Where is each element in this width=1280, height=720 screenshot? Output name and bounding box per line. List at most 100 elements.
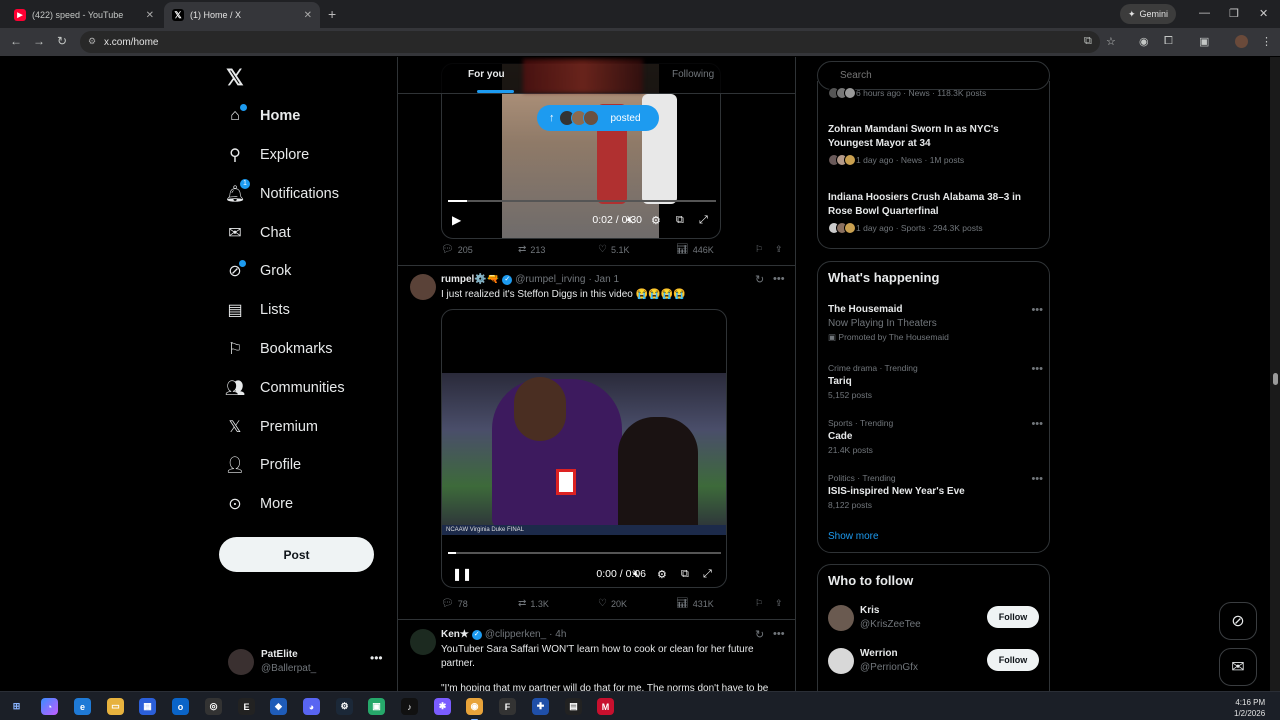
trend-item[interactable]: The Housemaid Now Playing In Theaters ▣ …	[828, 304, 1043, 343]
minimize-icon[interactable]: —	[1199, 7, 1210, 19]
nav-home[interactable]: ⌂ Home	[226, 100, 300, 132]
account-switcher[interactable]: PatElite @Ballerpat_ •••	[228, 647, 388, 683]
views-button[interactable]: 📊︎ 446K	[676, 244, 714, 255]
close-tab-icon[interactable]: ✕	[304, 10, 312, 21]
avatar[interactable]	[828, 605, 854, 631]
mute-icon[interactable]: 🔇︎	[627, 214, 634, 227]
fullscreen-icon[interactable]: ⤢	[699, 214, 708, 227]
follow-button[interactable]: Follow	[987, 649, 1039, 671]
show-more-link[interactable]: Show more	[828, 531, 879, 542]
profile-avatar[interactable]	[1235, 35, 1248, 48]
grok-explain-icon[interactable]: ↻	[755, 273, 764, 286]
close-tab-icon[interactable]: ✕	[146, 10, 154, 21]
chrome-icon[interactable]: ◉	[466, 698, 483, 720]
extensions-icon[interactable]: ⧠	[1164, 35, 1173, 48]
windows-start-icon[interactable]: ⊞	[8, 698, 25, 715]
app-icon[interactable]: ✚	[532, 698, 549, 715]
avatar[interactable]	[828, 648, 854, 674]
avatar[interactable]	[410, 274, 436, 300]
app-icon[interactable]: ▣	[368, 698, 385, 715]
nav-bookmarks[interactable]: ⚐ Bookmarks	[226, 333, 333, 365]
pip-icon[interactable]: ⧉	[676, 214, 684, 227]
scrollbar-thumb[interactable]	[1273, 373, 1278, 385]
reload-icon[interactable]: ↻	[57, 34, 67, 48]
system-clock[interactable]: 4:16 PM 1/2/2026	[1234, 697, 1265, 719]
pause-icon[interactable]: ❚❚	[452, 567, 472, 581]
grok-explain-icon[interactable]: ↻	[755, 628, 764, 641]
restore-icon[interactable]: ❐	[1229, 7, 1239, 20]
install-app-icon[interactable]: ⧉	[1084, 35, 1092, 48]
repost-button[interactable]: ⇄ 1.3K	[518, 598, 549, 609]
video-progress-bar[interactable]	[448, 200, 716, 202]
video-player[interactable]: NCAAW Virginia Duke FINAL ❚❚ 0:00 / 0:06…	[441, 309, 727, 588]
more-dots-icon[interactable]: •••	[1031, 304, 1043, 316]
new-tab-button[interactable]: +	[328, 6, 336, 22]
outlook-icon[interactable]: o	[172, 698, 189, 715]
bookmark-icon[interactable]: ⚐	[755, 244, 763, 255]
tab-following[interactable]: Following	[672, 69, 714, 80]
side-panel-icon[interactable]: ▣	[1199, 35, 1209, 48]
more-dots-icon[interactable]: •••	[1031, 363, 1043, 375]
app-icon[interactable]: ▤	[565, 698, 582, 715]
author-name[interactable]: rumpel⚙️🔫	[441, 274, 499, 285]
mcafee-icon[interactable]: M	[597, 698, 614, 715]
nav-chat[interactable]: ✉ Chat	[226, 217, 290, 249]
author-name[interactable]: Ken★	[441, 629, 469, 640]
epic-games-icon[interactable]: E	[238, 698, 255, 715]
repost-button[interactable]: ⇄ 213	[518, 244, 545, 255]
follow-suggestion[interactable]: Kris @KrisZeeTee Follow	[828, 605, 1043, 635]
new-posts-pill[interactable]: ↑ posted	[537, 105, 659, 131]
more-dots-icon[interactable]: •••	[773, 273, 785, 285]
browser-tab-x[interactable]: 𝕏 (1) Home / X ✕	[164, 2, 320, 28]
more-dots-icon[interactable]: •••	[773, 628, 785, 640]
gemini-button[interactable]: ✦ Gemini	[1120, 4, 1177, 24]
nav-notifications[interactable]: 🔔︎ 1 Notifications	[225, 178, 339, 210]
avatar[interactable]	[410, 629, 436, 655]
author-handle[interactable]: @clipperken_	[485, 629, 546, 640]
reply-button[interactable]: 💬︎ 205	[441, 244, 473, 255]
bookmark-icon[interactable]: ⚐	[755, 598, 763, 609]
nav-lists[interactable]: ▤ Lists	[226, 294, 289, 326]
nav-communities[interactable]: 👥︎ Communities	[225, 372, 345, 404]
video-progress-bar[interactable]	[448, 552, 721, 554]
like-button[interactable]: ♡ 5.1K	[598, 244, 629, 255]
nav-grok[interactable]: ⊘ Grok	[226, 255, 291, 287]
store-icon[interactable]: ▦	[139, 698, 156, 715]
app-icon[interactable]: ✱	[434, 698, 451, 715]
share-icon[interactable]: ⇪	[775, 244, 783, 255]
trend-item[interactable]: Politics · Trending ISIS-inspired New Ye…	[828, 473, 1043, 510]
nav-premium[interactable]: 𝕏 Premium	[226, 411, 318, 443]
author-handle[interactable]: @rumpel_irving	[515, 274, 585, 285]
post-button[interactable]: Post	[219, 537, 374, 572]
follow-suggestion[interactable]: Werrion @PerrionGfx Follow	[828, 648, 1043, 678]
browser-tab-youtube[interactable]: ▶ (422) speed - YouTube ✕	[6, 2, 162, 28]
fullscreen-icon[interactable]: ⤢	[703, 568, 712, 581]
obs-icon[interactable]: ◎	[205, 698, 222, 715]
tiktok-icon[interactable]: ♪	[401, 698, 418, 715]
steam-icon[interactable]: ⚙	[336, 698, 353, 715]
incognito-icon[interactable]: ◉	[1139, 35, 1149, 48]
x-logo-icon[interactable]: 𝕏	[226, 65, 244, 91]
grok-fab-icon[interactable]: ⊘	[1219, 602, 1257, 640]
more-dots-icon[interactable]: •••	[1031, 418, 1043, 430]
app-icon[interactable]: F	[499, 698, 516, 715]
follow-button[interactable]: Follow	[987, 606, 1039, 628]
nav-profile[interactable]: 👤︎ Profile	[225, 449, 301, 481]
tweet-date[interactable]: · 4h	[549, 629, 566, 640]
trend-item[interactable]: Crime drama · Trending Tariq 5,152 posts…	[828, 363, 1043, 400]
back-icon[interactable]: ←	[10, 34, 22, 48]
news-item[interactable]: 6 hours ago · News · 118.3K posts	[828, 87, 1038, 99]
discord-icon[interactable]: ◕	[303, 698, 320, 715]
mute-icon[interactable]: 🔇︎	[633, 568, 640, 581]
trend-item[interactable]: Sports · Trending Cade 21.4K posts •••	[828, 418, 1043, 455]
more-dots-icon[interactable]: •••	[370, 651, 383, 665]
copilot-icon[interactable]: ◔	[41, 698, 58, 715]
app-icon[interactable]: ◆	[270, 698, 287, 715]
bookmark-star-icon[interactable]: ☆	[1106, 35, 1116, 48]
settings-icon[interactable]: ⚙	[651, 214, 661, 227]
edge-icon[interactable]: e	[74, 698, 91, 715]
file-explorer-icon[interactable]: ▭	[107, 698, 124, 715]
play-icon[interactable]: ▶	[452, 213, 461, 227]
pip-icon[interactable]: ⧉	[681, 568, 689, 581]
menu-dots-icon[interactable]: ⋮	[1261, 35, 1272, 48]
